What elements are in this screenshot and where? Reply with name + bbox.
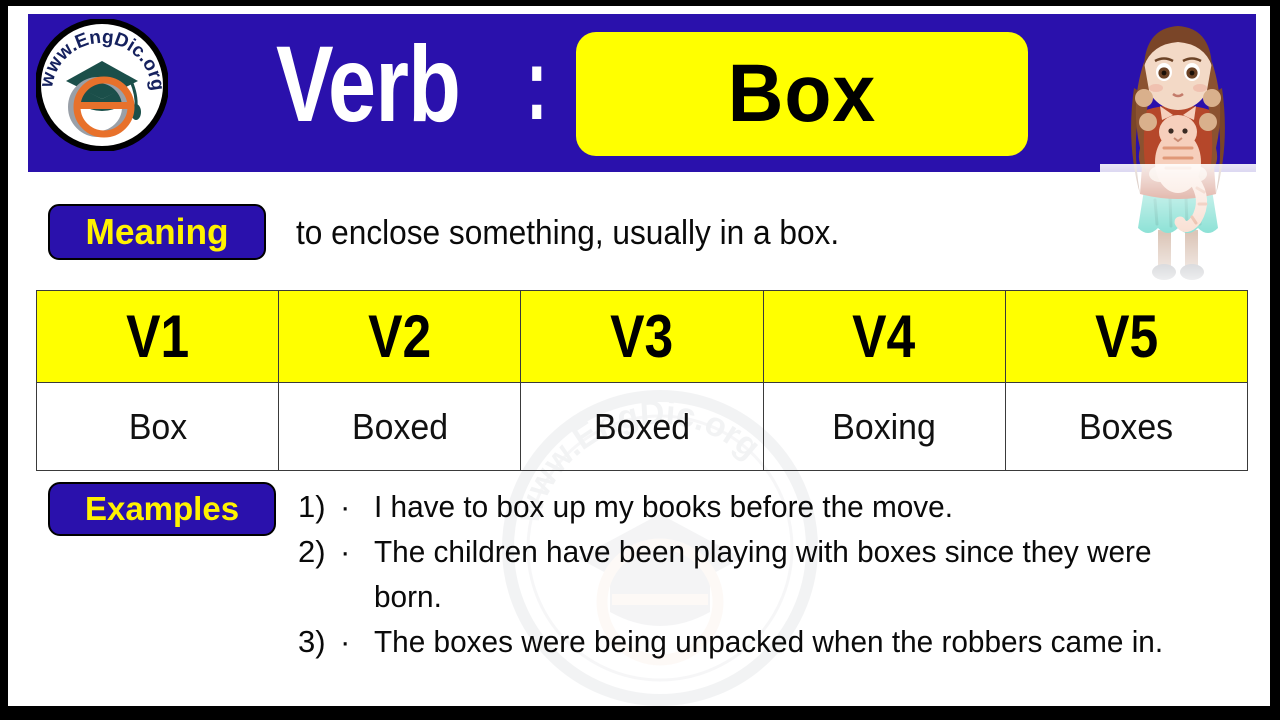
list-item: 2) · The children have been playing with… [298, 529, 1238, 619]
example-text: The boxes were being unpacked when the r… [374, 624, 1164, 659]
value-v4: Boxing [832, 405, 936, 447]
table-cell-v4: Boxing [762, 382, 1006, 471]
header-label-v1: V1 [126, 302, 190, 370]
table-header-v1: V1 [35, 290, 280, 383]
table-header-row: V1 V2 V3 V4 V5 [35, 290, 1249, 383]
examples-badge-label: Examples [84, 490, 240, 527]
table-cell-v3: Boxed [520, 382, 764, 471]
example-number: 2) [298, 534, 326, 569]
table-header-v5: V5 [1004, 290, 1249, 383]
meaning-badge: Meaning [48, 204, 266, 260]
table-row: Box Boxed Boxed Boxing Boxes [35, 382, 1249, 471]
examples-badge: Examples [48, 482, 276, 536]
verb-word-pill: Box [576, 32, 1028, 156]
verb-forms-table: V1 V2 V3 V4 V5 Box Boxed Boxed Boxing Bo… [35, 290, 1249, 471]
example-bullet: · [340, 489, 351, 524]
table-header-v4: V4 [762, 290, 1006, 383]
poster-frame: www.EngDic.org www.EngDic.org Verb: Box… [0, 0, 1280, 720]
value-v3: Boxed [593, 405, 690, 447]
example-bullet: · [340, 624, 351, 659]
page-title-verb: Verb [276, 23, 461, 144]
header-label-v3: V3 [610, 302, 674, 370]
meaning-text: to enclose something, usually in a box. [296, 214, 840, 252]
value-v2: Boxed [351, 405, 448, 447]
header-label-v4: V4 [852, 302, 916, 370]
header-label-v2: V2 [368, 302, 432, 370]
example-number: 1) [298, 489, 326, 524]
list-item: 3) · The boxes were being unpacked when … [298, 619, 1238, 664]
example-number: 3) [298, 624, 326, 659]
verb-word-value: Box [727, 48, 877, 139]
table-cell-v5: Boxes [1004, 382, 1249, 471]
table-header-v3: V3 [520, 290, 764, 383]
example-text: The children have been playing with boxe… [374, 534, 1152, 614]
list-item: 1) · I have to box up my books before th… [298, 484, 1238, 529]
table-cell-v2: Boxed [278, 382, 522, 471]
example-text: I have to box up my books before the mov… [374, 489, 953, 524]
value-v1: Box [128, 405, 187, 447]
poster-page: www.EngDic.org www.EngDic.org Verb: Box… [8, 6, 1270, 706]
example-bullet: · [340, 534, 351, 569]
table-header-v2: V2 [278, 290, 522, 383]
value-v5: Boxes [1079, 405, 1174, 447]
engdic-logo: www.EngDic.org [35, 18, 169, 152]
meaning-badge-label: Meaning [85, 211, 229, 252]
examples-list: 1) · I have to box up my books before th… [298, 484, 1238, 664]
table-cell-v1: Box [35, 382, 280, 471]
girl-holding-cat-illustration [1100, 14, 1256, 290]
title-separator: : [526, 26, 548, 142]
header-label-v5: V5 [1094, 302, 1158, 370]
